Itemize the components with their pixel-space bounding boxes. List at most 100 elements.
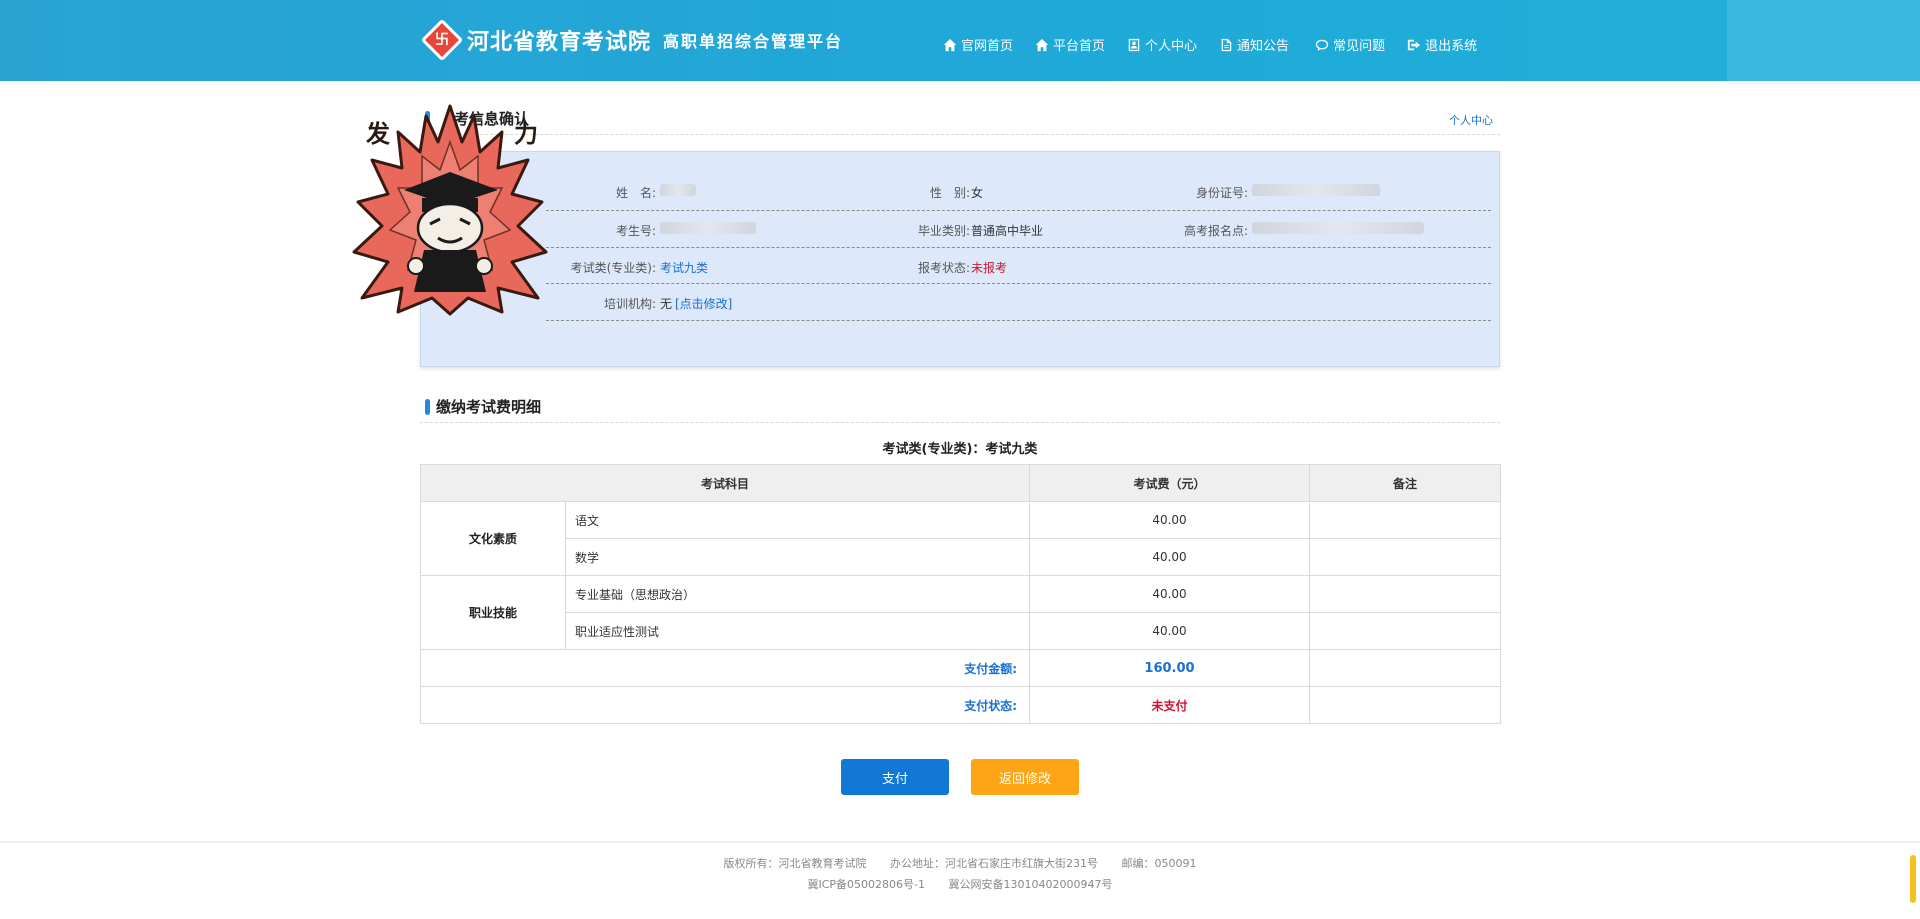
- footer-police[interactable]: 冀公网安备13010402000947号: [949, 878, 1113, 891]
- fee-cell: 40.00: [1029, 612, 1310, 650]
- footer-line-2: 冀ICP备05002806号-1 冀公网安备13010402000947号: [0, 876, 1920, 892]
- table-row: 数学 40.00: [421, 538, 1501, 576]
- top-header: 卐 河北省教育考试院 高职单招综合管理平台 官网首页 平台首页 个人中心 通知公…: [0, 0, 1920, 81]
- subject-cell: 专业基础（思想政治）: [565, 575, 1030, 613]
- name-value-redacted: [660, 184, 696, 196]
- chat-bubble-icon: [1315, 39, 1329, 51]
- nav-platform-home[interactable]: 平台首页: [1035, 35, 1105, 54]
- fee-title-text: 缴纳考试费明细: [436, 398, 542, 416]
- footer-address: 办公地址：河北省石家庄市红旗大街231号: [890, 857, 1098, 870]
- exam-category-value: 考试九类: [660, 261, 709, 275]
- nav-personal-center[interactable]: 个人中心: [1127, 35, 1197, 54]
- top-nav: 官网首页 平台首页 个人中心 通知公告 常见问题 退出系统: [943, 35, 1499, 54]
- remark-cell: [1309, 612, 1501, 650]
- mascot-right-text: 力: [514, 120, 538, 148]
- subject-cell: 语文: [565, 501, 1030, 539]
- registration-status-label: 报考状态:: [917, 261, 970, 275]
- fee-table: 考试科目 考试费（元） 备注 文化素质 语文 40.00 数学 40.00 职业…: [420, 464, 1501, 724]
- nav-label: 退出系统: [1425, 39, 1478, 54]
- registration-site-redacted: [1252, 222, 1424, 234]
- pay-amount-value: 160.00: [1029, 649, 1310, 687]
- name-label: 姓 名:: [615, 186, 656, 200]
- fee-table-caption: 考试类(专业类)：考试九类: [882, 442, 1038, 457]
- pay-status-row: 支付状态: 未支付: [420, 686, 1501, 724]
- title-bar-marker: [425, 398, 430, 415]
- site-logo[interactable]: 卐 河北省教育考试院 高职单招综合管理平台: [420, 18, 844, 62]
- registration-status-value: 未报考: [971, 261, 1008, 275]
- table-row: 职业适应性测试 40.00: [421, 612, 1501, 650]
- nav-official-home[interactable]: 官网首页: [943, 35, 1013, 54]
- nav-label: 个人中心: [1145, 39, 1198, 54]
- fee-header: 考试费（元）: [1029, 464, 1310, 502]
- footer-icp[interactable]: 冀ICP备05002806号-1: [808, 878, 926, 891]
- id-number-label: 身份证号:: [1195, 186, 1248, 200]
- header-band: [1727, 0, 1920, 81]
- nav-label: 常见问题: [1333, 39, 1386, 54]
- fee-section-title: 缴纳考试费明细: [425, 396, 541, 417]
- graduation-type-value: 普通高中毕业: [971, 224, 1044, 238]
- category-cell: 文化素质: [420, 501, 566, 576]
- graduation-type-label: 毕业类别:: [917, 224, 970, 238]
- logo-glyph: 卐: [435, 32, 449, 48]
- table-header-row: 考试科目 考试费（元） 备注: [420, 464, 1501, 502]
- site-title: 河北省教育考试院: [467, 30, 652, 55]
- table-row: 职业技能 专业基础（思想政治） 40.00: [420, 575, 1501, 650]
- fee-cell: 40.00: [1029, 538, 1310, 576]
- gender-value: 女: [971, 186, 984, 200]
- category-cell: 职业技能: [420, 575, 566, 650]
- remark-cell: [1309, 649, 1501, 687]
- remark-header: 备注: [1309, 464, 1501, 502]
- exam-number-redacted: [660, 222, 756, 234]
- nav-notices[interactable]: 通知公告: [1219, 35, 1289, 54]
- registration-site-label: 高考报名点:: [1183, 224, 1248, 238]
- remark-cell: [1309, 501, 1501, 539]
- logout-icon: [1407, 39, 1421, 50]
- row-divider: [546, 247, 1491, 248]
- home-icon: [1035, 38, 1049, 51]
- training-org-label: 培训机构:: [603, 297, 656, 311]
- pay-status-value: 未支付: [1029, 686, 1310, 724]
- user-card-icon: [1128, 38, 1140, 51]
- fee-cell: 40.00: [1029, 501, 1310, 539]
- nav-label: 平台首页: [1053, 39, 1106, 54]
- gender-label: 性 别:: [929, 186, 970, 200]
- info-title-divider: [420, 134, 1500, 135]
- back-to-edit-button[interactable]: 返回修改: [971, 759, 1079, 795]
- training-org-value: 无: [660, 297, 673, 311]
- id-number-redacted: [1252, 184, 1380, 196]
- home-icon: [943, 38, 957, 51]
- nav-label: 通知公告: [1237, 39, 1290, 54]
- footer-copyright: 版权所有：河北省教育考试院: [723, 857, 867, 870]
- personal-center-link[interactable]: 个人中心: [1449, 112, 1493, 128]
- footer-divider: [0, 841, 1920, 843]
- footer-line-1: 版权所有：河北省教育考试院 办公地址：河北省石家庄市红旗大街231号 邮编：05…: [0, 855, 1920, 871]
- pay-amount-row: 支付金额: 160.00: [420, 649, 1501, 687]
- nav-faq[interactable]: 常见问题: [1315, 35, 1385, 54]
- mascot-left-text: 发: [365, 120, 390, 148]
- table-row: 文化素质 语文 40.00: [420, 501, 1501, 576]
- scrollbar-thumb[interactable]: [1910, 855, 1916, 903]
- pay-button[interactable]: 支付: [841, 759, 949, 795]
- remark-cell: [1309, 686, 1501, 724]
- subject-header: 考试科目: [420, 464, 1030, 502]
- row-divider: [546, 210, 1491, 211]
- remark-cell: [1309, 575, 1501, 613]
- fire-mascot-sticker: 发 力: [352, 104, 548, 316]
- footer-postcode: 邮编：050091: [1121, 857, 1197, 870]
- subject-cell: 数学: [565, 538, 1030, 576]
- platform-subtitle: 高职单招综合管理平台: [663, 32, 844, 51]
- pay-status-label: 支付状态:: [420, 686, 1030, 724]
- exam-number-label: 考生号:: [615, 224, 656, 238]
- edit-training-link[interactable]: [点击修改]: [675, 295, 732, 312]
- fee-title-divider: [420, 422, 1500, 423]
- row-divider: [546, 320, 1491, 321]
- fee-cell: 40.00: [1029, 575, 1310, 613]
- remark-cell: [1309, 538, 1501, 576]
- row-divider: [546, 283, 1491, 284]
- exam-category-label: 考试类(专业类):: [570, 261, 656, 275]
- nav-label: 官网首页: [961, 39, 1014, 54]
- pay-amount-label: 支付金额:: [420, 649, 1030, 687]
- logo-mark-icon: 卐: [420, 18, 464, 62]
- subject-cell: 职业适应性测试: [565, 612, 1030, 650]
- nav-logout[interactable]: 退出系统: [1407, 35, 1477, 54]
